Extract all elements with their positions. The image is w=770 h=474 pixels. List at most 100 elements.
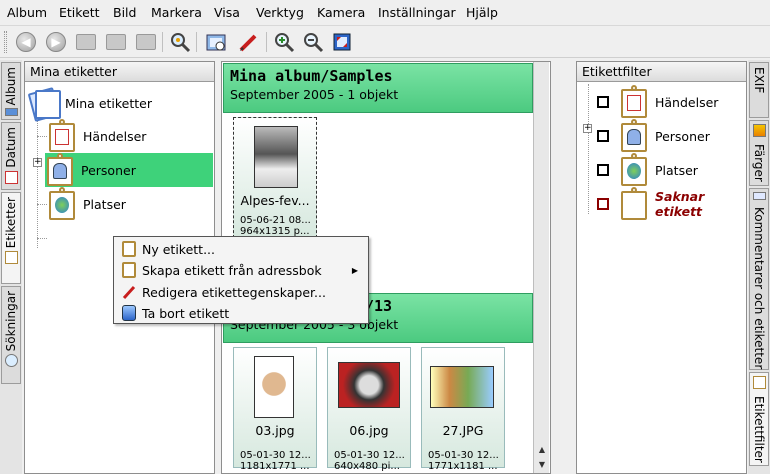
tags-root-icon	[27, 86, 61, 122]
tags-button[interactable]	[104, 30, 128, 54]
slides-button[interactable]	[134, 30, 158, 54]
menu-visa[interactable]: Visa	[214, 5, 240, 20]
forward-button[interactable]: ▶	[44, 30, 68, 54]
toolbar: ◀ ▶	[0, 26, 770, 58]
tab-sokningar[interactable]: Sökningar	[1, 286, 21, 384]
tab-exif[interactable]: EXIF	[749, 62, 769, 118]
menu-markera[interactable]: Markera	[151, 5, 202, 20]
menu-item-create-from-addressbook[interactable]: Skapa etikett från adressbok ▶	[116, 259, 366, 281]
tab-datum[interactable]: Datum	[1, 122, 21, 190]
zoom-out-button[interactable]	[301, 30, 325, 54]
tree-line	[588, 84, 589, 214]
filter-item-handelser[interactable]: Händelser	[597, 85, 718, 119]
thumbnail-size: 640x480 pi...	[334, 461, 400, 472]
expand-personer-icon[interactable]: +	[583, 124, 592, 133]
menu-hjalp[interactable]: Hjälp	[466, 5, 498, 20]
tab-album[interactable]: Album	[1, 62, 21, 120]
context-menu: Ny etikett... Skapa etikett från adressb…	[113, 236, 369, 324]
back-button[interactable]: ◀	[14, 30, 38, 54]
edit-icon	[122, 285, 136, 300]
album-header: Mina album/Samples September 2005 - 1 ob…	[223, 63, 533, 113]
filter-item-platser[interactable]: Platser	[597, 153, 698, 187]
search-button[interactable]	[168, 30, 192, 54]
thumbnail-item[interactable]: 27.JPG 05-01-30 12... 1771x1181 ...	[421, 347, 505, 472]
view-icon	[206, 34, 226, 51]
filter-checkbox[interactable]	[597, 198, 609, 210]
left-tab-bar: Album Datum Etiketter Sökningar	[0, 60, 22, 474]
toolbar-separator	[266, 32, 267, 52]
filter-item-saknar[interactable]: Saknar etikett	[597, 187, 746, 221]
tree-item-handelser[interactable]: Händelser	[47, 119, 146, 153]
tree-root-label: Mina etiketter	[65, 95, 152, 111]
tree-line	[37, 136, 47, 137]
thumbnail-item[interactable]: 03.jpg 05-01-30 12... 1181x1771 ...	[233, 347, 317, 472]
view-button[interactable]	[204, 30, 228, 54]
back-icon: ◀	[16, 32, 36, 52]
filter-checkbox[interactable]	[597, 96, 609, 108]
menu-etikett[interactable]: Etikett	[59, 5, 100, 20]
tab-etikettfilter[interactable]: Etikettfilter	[749, 372, 769, 466]
album-title: Mina album/Samples	[230, 67, 393, 85]
tree-item-platser[interactable]: Platser	[47, 187, 126, 221]
thumbnail-date: 05-01-30 12...	[240, 450, 311, 461]
tab-farger[interactable]: Färger	[749, 120, 769, 186]
fullscreen-button[interactable]	[330, 30, 354, 54]
thumbnail-item[interactable]: Alpes-fev... 05-06-21 08... 964x1315 p..…	[233, 117, 317, 238]
scroll-down-icon[interactable]: ▼	[535, 457, 549, 471]
person-tag-icon	[45, 153, 75, 187]
toolbar-grip[interactable]	[4, 31, 7, 53]
expand-personer-icon[interactable]: +	[33, 158, 42, 167]
submenu-arrow-icon: ▶	[351, 265, 358, 275]
tab-kommentarer-label: Kommentarer och etiketter	[752, 206, 766, 369]
empty-tag-icon	[619, 187, 649, 221]
menu-kamera[interactable]: Kamera	[317, 5, 365, 20]
tags-panel-header: Mina etiketter	[25, 62, 214, 82]
menu-item-delete-tag[interactable]: Ta bort etikett	[116, 302, 366, 324]
album-icon	[76, 34, 96, 50]
tab-etiketter[interactable]: Etiketter	[1, 192, 21, 284]
tab-album-label: Album	[4, 67, 18, 106]
menu-item-edit-tag[interactable]: Redigera etikettegenskaper...	[116, 281, 366, 303]
scroll-up-icon[interactable]: ▲	[535, 442, 549, 456]
globe-tag-icon	[47, 187, 77, 221]
tag-filter-icon	[752, 376, 766, 389]
globe-tag-icon	[619, 153, 649, 187]
person-tag-icon	[619, 119, 649, 153]
menu-verktyg[interactable]: Verktyg	[256, 5, 304, 20]
thumbnail-item[interactable]: 06.jpg 05-01-30 12... 640x480 pi...	[327, 347, 411, 472]
thumbnail-date: 05-01-30 12...	[428, 450, 499, 461]
filter-item-personer[interactable]: Personer	[597, 119, 710, 153]
toolbar-separator	[162, 32, 163, 52]
thumbnail-name: 06.jpg	[349, 423, 389, 438]
photo-thumbnail	[254, 356, 294, 418]
tree-label-handelser: Händelser	[83, 128, 147, 144]
filter-checkbox[interactable]	[597, 164, 609, 176]
tree-line	[37, 204, 47, 205]
menu-installningar[interactable]: Inställningar	[378, 5, 456, 20]
album-scrollbar[interactable]: ▲ ▼	[533, 62, 549, 473]
edit-icon	[239, 34, 257, 52]
tag-filter-panel: Etikettfilter Händelser + Personer Plats…	[576, 61, 747, 474]
album-button[interactable]	[74, 30, 98, 54]
calendar-tag-icon	[619, 85, 649, 119]
zoom-in-icon	[275, 33, 295, 53]
menu-item-delete-tag-label: Ta bort etikett	[142, 305, 230, 321]
tab-kommentarer[interactable]: Kommentarer och etiketter	[749, 188, 769, 370]
menubar: Album Etikett Bild Markera Visa Verktyg …	[0, 0, 770, 26]
tree-line	[37, 118, 38, 248]
filter-label-personer: Personer	[655, 128, 710, 144]
calendar-icon	[4, 170, 18, 184]
tab-exif-label: EXIF	[752, 67, 766, 94]
menu-item-new-tag[interactable]: Ny etikett...	[116, 238, 366, 260]
thumbnail-name: 27.JPG	[442, 423, 484, 438]
menu-album[interactable]: Album	[7, 5, 47, 20]
menu-bild[interactable]: Bild	[113, 5, 136, 20]
zoom-in-button[interactable]	[272, 30, 296, 54]
edit-button[interactable]	[236, 30, 260, 54]
tree-label-platser: Platser	[83, 196, 126, 212]
photo-thumbnail	[338, 362, 400, 408]
tree-item-root[interactable]: Mina etiketter	[27, 86, 152, 122]
filter-label-handelser: Händelser	[655, 94, 719, 110]
filter-checkbox[interactable]	[597, 130, 609, 142]
tree-item-personer[interactable]: Personer	[45, 153, 213, 187]
